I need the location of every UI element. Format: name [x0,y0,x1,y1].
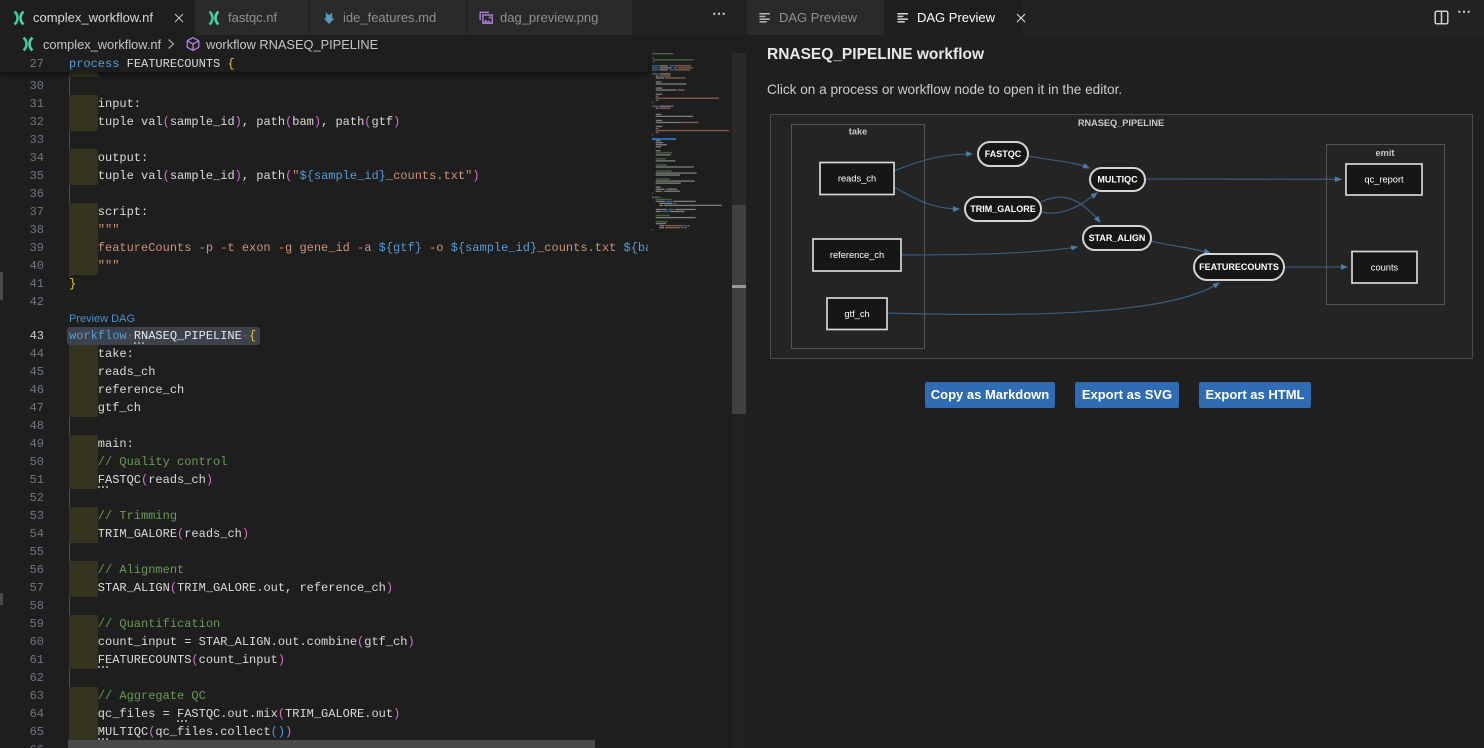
svg-text:qc_report: qc_report [1364,175,1404,185]
svg-text:reads_ch: reads_ch [838,174,876,184]
svg-text:STAR_ALIGN: STAR_ALIGN [1089,233,1146,243]
svg-text:reference_ch: reference_ch [830,250,884,260]
svg-text:counts: counts [1371,262,1399,272]
svg-text:emit: emit [1376,148,1395,158]
svg-text:RNASEQ_PIPELINE: RNASEQ_PIPELINE [1078,118,1164,128]
svg-text:FEATURECOUNTS: FEATURECOUNTS [1199,262,1279,272]
svg-text:MULTIQC: MULTIQC [1097,175,1138,185]
svg-text:take: take [849,127,867,137]
svg-text:TRIM_GALORE: TRIM_GALORE [970,204,1036,214]
svg-text:gtf_ch: gtf_ch [844,309,869,319]
svg-text:FASTQC: FASTQC [985,149,1022,159]
